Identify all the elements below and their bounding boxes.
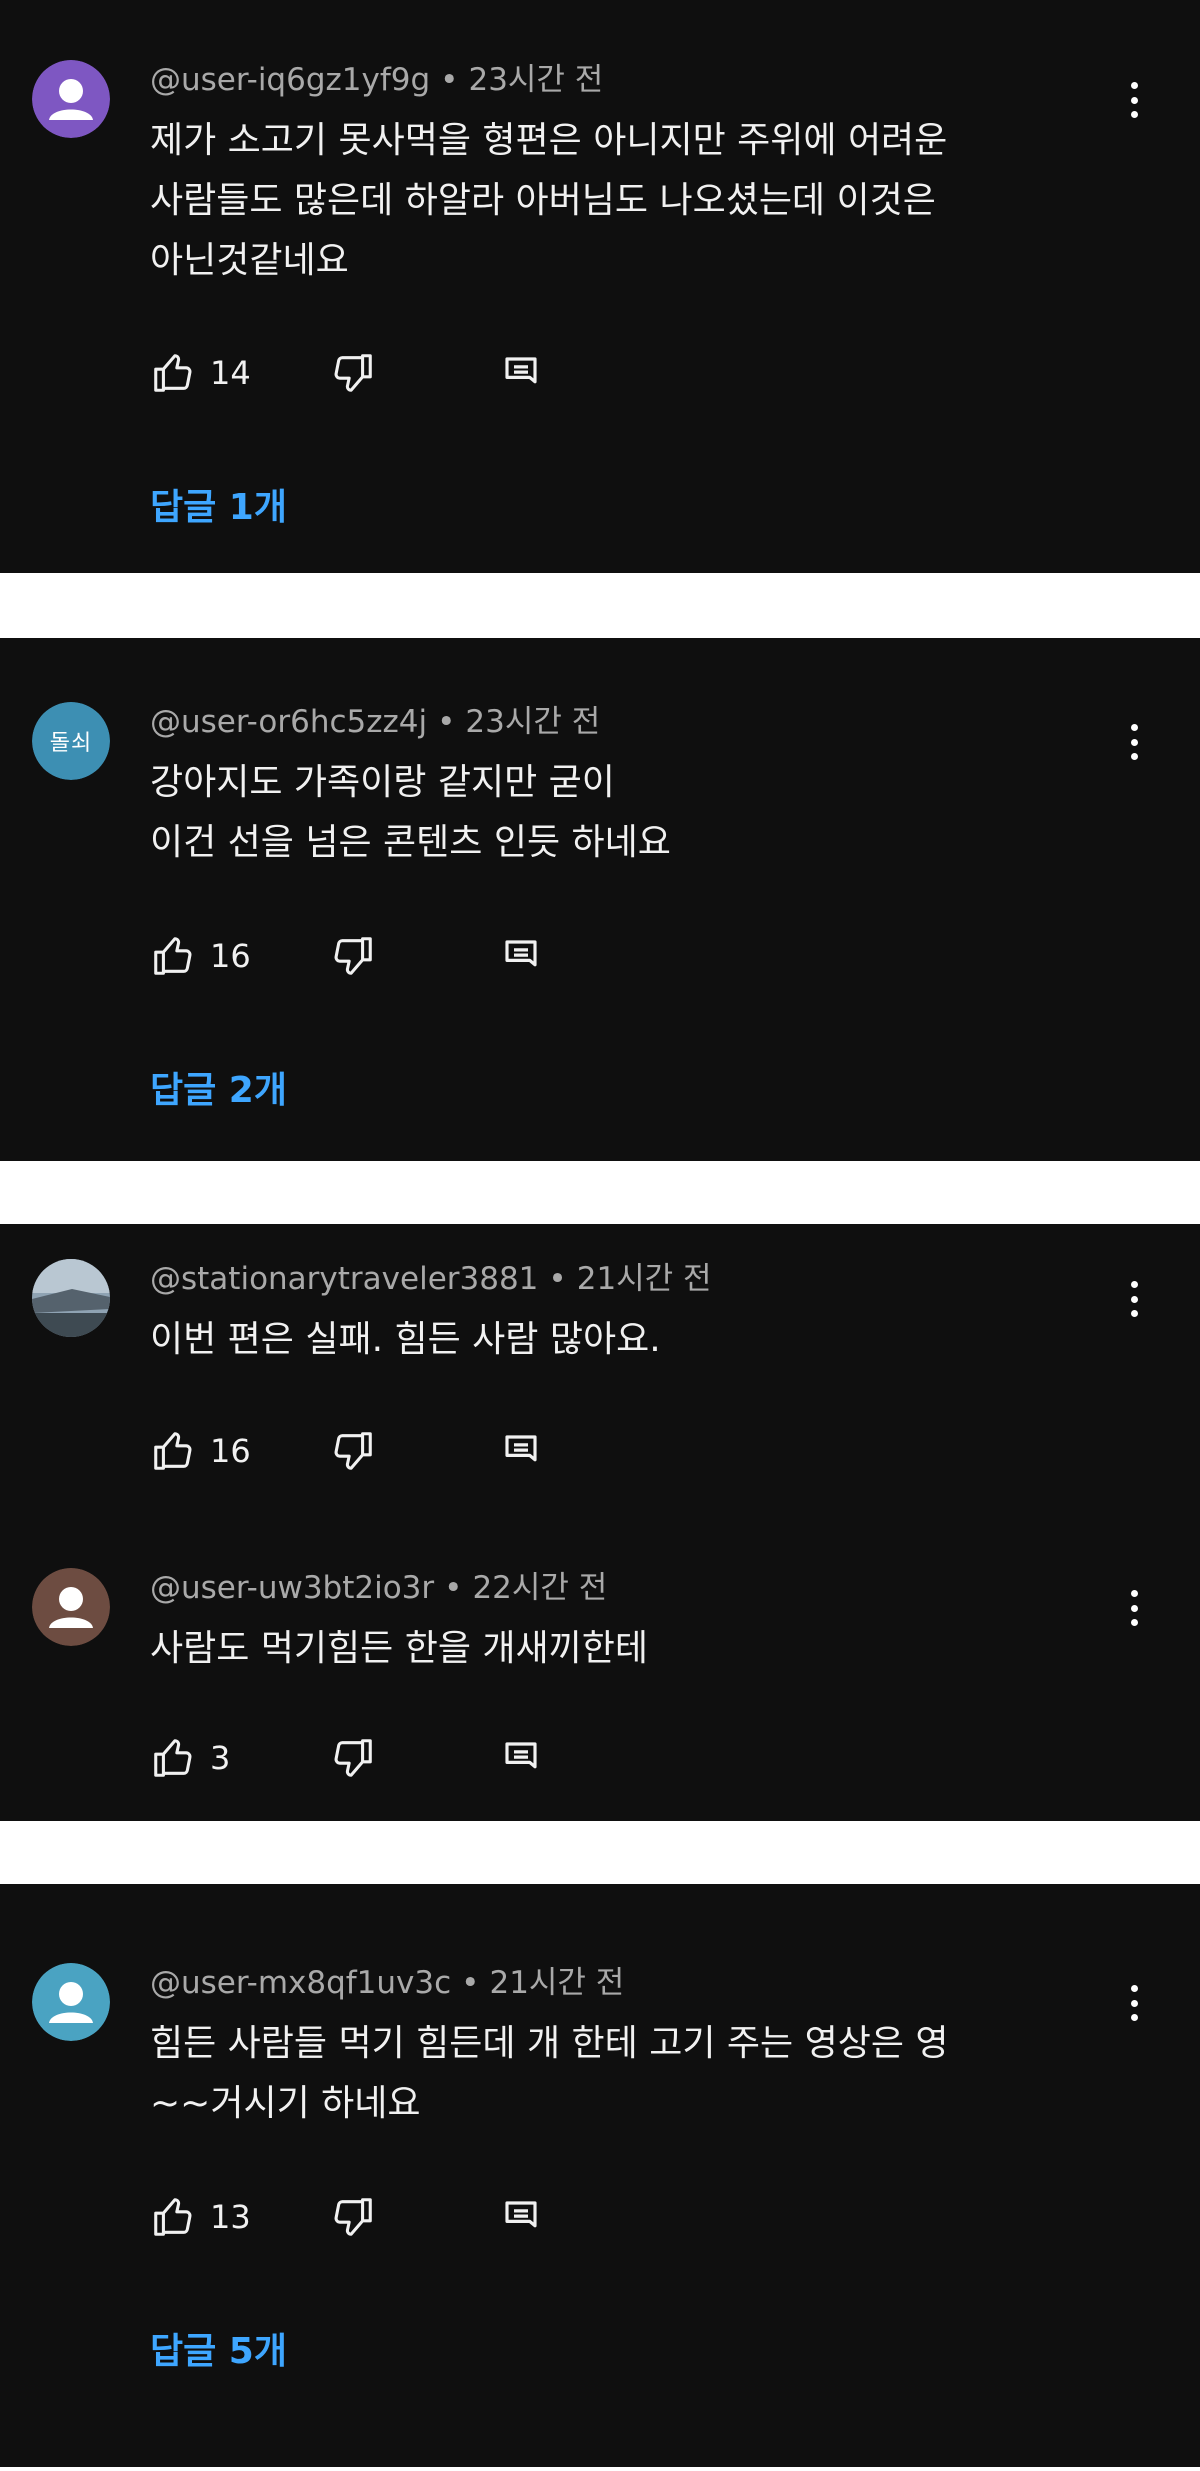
comment-card: 돌쇠 @user-or6hc5zz4j • 23시간 전 강아지도 가족이랑 같지만… xyxy=(0,638,1200,1161)
reply-button[interactable] xyxy=(500,2192,542,2242)
comment-icon xyxy=(505,1435,537,1462)
more-vert-icon[interactable] xyxy=(1124,78,1144,122)
thumb-down-icon xyxy=(334,1739,372,1777)
comment-author[interactable]: @user-uw3bt2io3r xyxy=(150,1570,434,1606)
comment-card: @stationarytraveler3881 • 21시간 전 이번 편은 실패.… xyxy=(0,1224,1200,1821)
comment-time[interactable]: 23시간 전 xyxy=(465,704,600,740)
avatar[interactable] xyxy=(32,60,110,138)
person-icon xyxy=(32,1568,110,1646)
comment-time[interactable]: 21시간 전 xyxy=(489,1965,624,2001)
view-replies-link[interactable]: 답글 5개 xyxy=(150,2327,287,2377)
like-count: 16 xyxy=(210,1432,251,1470)
comment-line: 강아지도 가족이랑 같지만 굳이 xyxy=(150,762,615,803)
thumb-down-icon xyxy=(334,1432,372,1470)
comment-line: 이번 편은 실패. 힘든 사람 많아요. xyxy=(150,1319,661,1360)
reply-button[interactable] xyxy=(500,1733,542,1783)
comment-meta: @user-uw3bt2io3r • 22시간 전 xyxy=(150,1568,607,1608)
like-count: 13 xyxy=(210,2198,251,2236)
view-replies-link[interactable]: 답글 2개 xyxy=(150,1066,287,1116)
person-icon xyxy=(32,60,110,138)
comment-meta: @user-iq6gz1yf9g • 23시간 전 xyxy=(150,60,603,100)
reply-button[interactable] xyxy=(500,931,542,981)
comment-icon xyxy=(505,2201,537,2228)
meta-separator: • xyxy=(437,704,456,740)
comment-text: 제가 소고기 못사먹을 형편은 아니지만 주위에 어려운 사람들도 많은데 하알… xyxy=(150,111,1090,291)
dislike-button[interactable] xyxy=(330,2192,376,2242)
comment-time[interactable]: 22시간 전 xyxy=(472,1570,607,1606)
reply-button[interactable] xyxy=(500,1426,542,1476)
comment-meta: @stationarytraveler3881 • 21시간 전 xyxy=(150,1259,712,1299)
like-button[interactable]: 13 xyxy=(150,2192,251,2242)
dislike-button[interactable] xyxy=(330,931,376,981)
comment-line: 제가 소고기 못사먹을 형편은 아니지만 주위에 어려운 xyxy=(150,120,948,161)
thumb-down-icon xyxy=(334,354,372,392)
comment-card: @user-iq6gz1yf9g • 23시간 전 제가 소고기 못사먹을 형편은 … xyxy=(0,0,1200,573)
dislike-button[interactable] xyxy=(330,348,376,398)
comment-line: 아닌것같네요 xyxy=(150,240,349,281)
comment-icon xyxy=(505,940,537,967)
thumb-down-icon xyxy=(334,937,372,975)
avatar[interactable] xyxy=(32,1963,110,2041)
comment-time[interactable]: 21시간 전 xyxy=(577,1261,712,1297)
thumb-up-icon xyxy=(154,354,192,392)
view-replies-link[interactable]: 답글 1개 xyxy=(150,483,287,533)
thumb-down-icon xyxy=(334,2198,372,2236)
comment-line: 사람도 먹기힘든 한을 개새끼한테 xyxy=(150,1628,649,1669)
more-vert-icon[interactable] xyxy=(1124,1981,1144,2025)
avatar[interactable] xyxy=(32,1568,110,1646)
person-icon xyxy=(32,1963,110,2041)
thumb-up-icon xyxy=(154,2198,192,2236)
more-vert-icon[interactable] xyxy=(1124,720,1144,764)
like-count: 16 xyxy=(210,937,251,975)
comment-author[interactable]: @user-iq6gz1yf9g xyxy=(150,62,430,98)
comment-meta: @user-mx8qf1uv3c • 21시간 전 xyxy=(150,1963,624,2003)
comment-line: 이건 선을 넘은 콘텐츠 인듯 하네요 xyxy=(150,822,671,863)
comment-text: 강아지도 가족이랑 같지만 굳이 이건 선을 넘은 콘텐츠 인듯 하네요 xyxy=(150,753,1090,873)
meta-separator: • xyxy=(461,1965,480,2001)
avatar[interactable]: 돌쇠 xyxy=(32,702,110,780)
like-count: 3 xyxy=(210,1739,231,1777)
comment-line: 사람들도 많은데 하알라 아버님도 나오셨는데 이것은 xyxy=(150,180,936,221)
like-button[interactable]: 3 xyxy=(150,1733,230,1783)
comment-text: 이번 편은 실패. 힘든 사람 많아요. xyxy=(150,1310,1090,1370)
meta-separator: • xyxy=(440,62,459,98)
comment-text: 힘든 사람들 먹기 힘든데 개 한테 고기 주는 영상은 영 ~~거시기 하네요 xyxy=(150,2014,1090,2134)
more-vert-icon[interactable] xyxy=(1124,1277,1144,1321)
dislike-button[interactable] xyxy=(330,1733,376,1783)
like-button[interactable]: 16 xyxy=(150,931,251,981)
like-count: 14 xyxy=(210,354,251,392)
comment-text: 사람도 먹기힘든 한을 개새끼한테 xyxy=(150,1619,1090,1679)
meta-separator: • xyxy=(548,1261,567,1297)
comment-author[interactable]: @stationarytraveler3881 xyxy=(150,1261,538,1297)
thumb-up-icon xyxy=(154,937,192,975)
like-button[interactable]: 16 xyxy=(150,1426,251,1476)
reply-button[interactable] xyxy=(500,348,542,398)
comment-author[interactable]: @user-or6hc5zz4j xyxy=(150,704,427,740)
avatar-initials: 돌쇠 xyxy=(32,702,110,780)
comment-time[interactable]: 23시간 전 xyxy=(468,62,603,98)
comment-meta: @user-or6hc5zz4j • 23시간 전 xyxy=(150,702,600,742)
comment-author[interactable]: @user-mx8qf1uv3c xyxy=(150,1965,451,2001)
thumb-up-icon xyxy=(154,1739,192,1777)
avatar[interactable] xyxy=(32,1259,110,1337)
comment-line: 힘든 사람들 먹기 힘든데 개 한테 고기 주는 영상은 영 xyxy=(150,2023,949,2064)
comment-icon xyxy=(505,357,537,384)
meta-separator: • xyxy=(444,1570,463,1606)
thumb-up-icon xyxy=(154,1432,192,1470)
dislike-button[interactable] xyxy=(330,1426,376,1476)
comment-card: @user-mx8qf1uv3c • 21시간 전 힘든 사람들 먹기 힘든데 개 … xyxy=(0,1884,1200,2467)
landscape-photo-icon xyxy=(32,1259,110,1337)
like-button[interactable]: 14 xyxy=(150,348,251,398)
comment-line: ~~거시기 하네요 xyxy=(150,2083,421,2124)
comment-icon xyxy=(505,1742,537,1769)
more-vert-icon[interactable] xyxy=(1124,1586,1144,1630)
